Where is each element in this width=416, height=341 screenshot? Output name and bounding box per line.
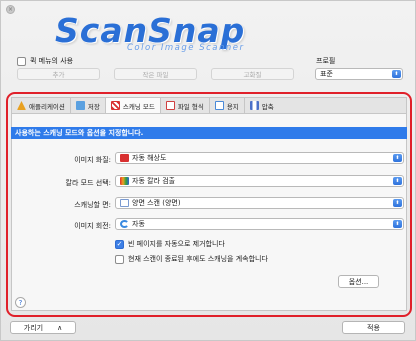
blank-page-option: ✓ 빈 페이지를 자동으로 제거합니다: [115, 239, 225, 249]
scansnap-settings-window: × ScanSnap Color Image Scanner 퀵 메뉴의 사용 …: [0, 0, 416, 341]
folder-icon: [75, 101, 85, 110]
add-profile-button[interactable]: 추가: [17, 68, 100, 80]
image-rotation-value: 자동: [132, 220, 145, 228]
apply-button[interactable]: 적용: [342, 321, 405, 334]
tab-paper[interactable]: 용지: [210, 98, 245, 113]
settings-tab-bar: 애플리케이션 저장 스캐닝 모드 파일 형식 용지 압축: [11, 97, 407, 113]
continue-scan-checkbox[interactable]: [115, 254, 124, 264]
options-button[interactable]: 옵션...: [338, 275, 379, 288]
image-quality-label: 이미지 화질:: [74, 156, 111, 164]
chevron-updown-icon: ⬍: [393, 220, 402, 228]
tab-label: 스캐닝 모드: [122, 102, 155, 111]
image-rotation-label: 이미지 회전:: [74, 222, 111, 230]
chevron-updown-icon: ⬍: [393, 154, 402, 162]
small-file-button[interactable]: 작은 파일: [114, 68, 197, 80]
scan-side-label: 스캐닝할 면:: [74, 201, 111, 209]
image-quality-select[interactable]: 자동 해상도 ⬍: [115, 152, 404, 164]
blank-page-label: 빈 페이지를 자동으로 제거합니다: [128, 240, 225, 248]
tab-save[interactable]: 저장: [71, 98, 106, 113]
image-rotation-select[interactable]: 자동 ⬍: [115, 218, 404, 230]
hide-button-label: 가리기: [23, 323, 44, 332]
close-icon: ×: [7, 5, 14, 13]
color-mode-select[interactable]: 자동 칼라 검출 ⬍: [115, 175, 404, 187]
chevron-updown-icon: ⬍: [392, 70, 401, 78]
tab-label: 파일 형식: [177, 102, 204, 111]
hide-button[interactable]: 가리기 ∧: [10, 321, 76, 334]
high-quality-button[interactable]: 고화질: [211, 68, 294, 80]
help-button[interactable]: ?: [15, 297, 26, 308]
scan-side-select[interactable]: 양면 스캔 (양면) ⬍: [115, 197, 404, 209]
file-format-icon: [165, 101, 175, 110]
profile-label: 프로필: [316, 57, 336, 65]
quick-menu-label: 퀵 메뉴의 사용: [30, 57, 74, 65]
logo-subtitle: Color Image Scanner: [127, 43, 245, 53]
color-mode-value: 자동 칼라 검출: [132, 177, 176, 185]
scan-side-value: 양면 스캔 (양면): [132, 199, 181, 207]
color-mode-icon: [120, 177, 129, 185]
paper-icon: [214, 101, 224, 110]
tab-label: 압축: [261, 102, 274, 111]
color-mode-label: 칼라 모드 선택:: [65, 179, 111, 187]
profile-value: 표준: [320, 70, 333, 78]
image-quality-value: 자동 해상도: [132, 154, 167, 162]
chevron-updown-icon: ⬍: [393, 177, 402, 185]
tab-file-format[interactable]: 파일 형식: [161, 98, 210, 113]
image-quality-icon: [120, 154, 129, 162]
scanning-mode-icon: [110, 101, 120, 110]
blank-page-checkbox[interactable]: ✓: [115, 239, 124, 249]
profile-select[interactable]: 표준 ⬍: [315, 68, 403, 80]
chevron-up-icon: ∧: [57, 323, 63, 332]
tab-application[interactable]: 애플리케이션: [12, 98, 71, 113]
chevron-updown-icon: ⬍: [393, 199, 402, 207]
duplex-icon: [120, 199, 129, 207]
tab-label: 용지: [226, 102, 239, 111]
quick-menu-row: 퀵 메뉴의 사용: [17, 56, 73, 66]
continue-scan-label: 현재 스캔이 종료된 후에도 스캐닝을 계속합니다: [128, 255, 268, 263]
tab-scanning-mode[interactable]: 스캐닝 모드: [105, 98, 161, 113]
scansnap-logo: ScanSnap Color Image Scanner: [55, 11, 355, 53]
close-window-button[interactable]: ×: [6, 5, 15, 14]
tab-label: 저장: [87, 102, 100, 111]
tab-label: 애플리케이션: [29, 102, 65, 111]
application-icon: [17, 101, 26, 110]
compression-icon: [249, 101, 259, 110]
rotate-icon: [120, 220, 129, 228]
scanning-mode-banner: 사용하는 스캐닝 모드와 옵션을 지정합니다.: [11, 127, 407, 139]
quick-menu-checkbox[interactable]: [17, 56, 26, 66]
continue-scan-option: 현재 스캔이 종료된 후에도 스캐닝을 계속합니다: [115, 254, 268, 264]
tab-compression[interactable]: 압축: [245, 98, 279, 113]
